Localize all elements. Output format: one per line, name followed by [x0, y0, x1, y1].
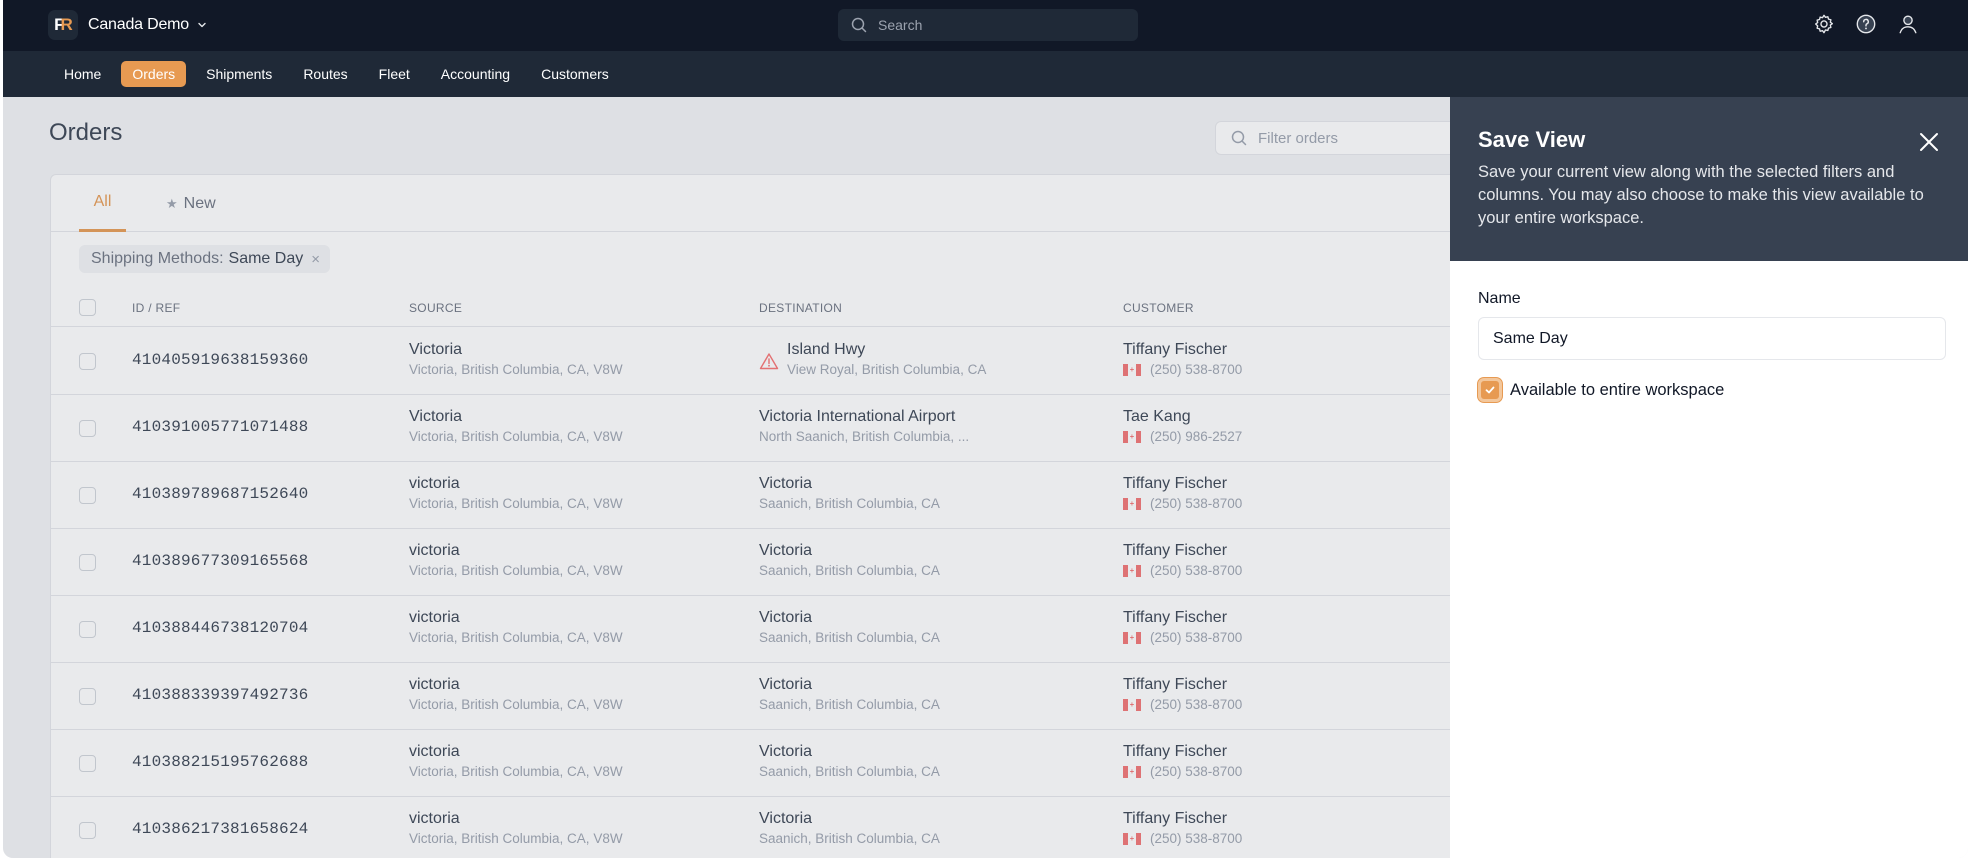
checkmark-icon: [1485, 386, 1495, 394]
panel-description: Save your current view along with the se…: [1478, 163, 1924, 227]
nav-shipments[interactable]: Shipments: [195, 61, 283, 87]
global-search[interactable]: [838, 9, 1138, 41]
nav-customers[interactable]: Customers: [530, 61, 620, 87]
gear-icon: [1814, 14, 1834, 34]
app-window: FR Canada Demo Home Orders Shipments Rou…: [3, 0, 1968, 858]
logo-letter-r: R: [60, 15, 73, 34]
nav-accounting[interactable]: Accounting: [430, 61, 521, 87]
app-logo: FR: [48, 10, 78, 40]
workspace-checkbox[interactable]: [1478, 378, 1502, 402]
user-icon: [1899, 15, 1917, 34]
nav-routes[interactable]: Routes: [292, 61, 358, 87]
global-search-input[interactable]: [878, 17, 1118, 33]
panel-body: Name Available to entire workspace: [1450, 261, 1968, 431]
workspace-checkbox-label: Available to entire workspace: [1510, 380, 1725, 399]
workspace-name: Canada Demo: [88, 16, 189, 33]
top-actions: [1812, 12, 1920, 36]
main-nav: Home Orders Shipments Routes Fleet Accou…: [3, 51, 1968, 97]
nav-orders[interactable]: Orders: [121, 61, 187, 87]
panel-header: Save View Save your current view along w…: [1450, 97, 1968, 261]
workspace-availability-toggle[interactable]: Available to entire workspace: [1478, 378, 1940, 402]
close-icon[interactable]: [1918, 131, 1940, 153]
search-icon: [851, 17, 867, 33]
panel-title: Save View: [1478, 127, 1586, 152]
view-name-input[interactable]: [1478, 317, 1946, 360]
nav-home[interactable]: Home: [53, 61, 112, 87]
help-button[interactable]: [1854, 12, 1878, 36]
top-bar: FR Canada Demo: [3, 0, 1968, 51]
nav-fleet[interactable]: Fleet: [368, 61, 421, 87]
chevron-down-icon: [198, 22, 206, 28]
name-label: Name: [1478, 290, 1521, 307]
workspace-switcher[interactable]: FR Canada Demo: [48, 10, 207, 40]
settings-button[interactable]: [1812, 12, 1836, 36]
save-view-panel: Save View Save your current view along w…: [1450, 97, 1968, 858]
modal-backdrop[interactable]: [3, 97, 1450, 858]
help-icon: [1856, 14, 1876, 34]
user-menu-button[interactable]: [1896, 12, 1920, 36]
